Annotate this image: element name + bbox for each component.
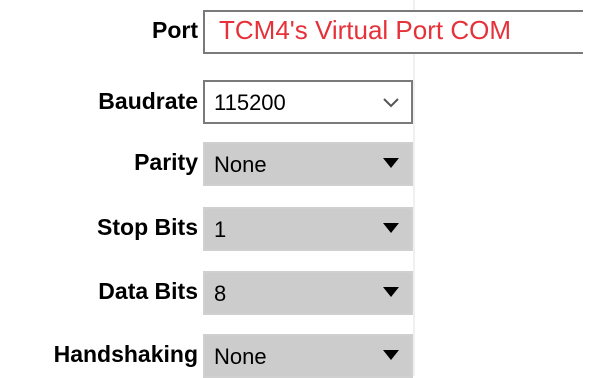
dropdown-triangle-icon[interactable] (383, 350, 399, 360)
parity-value: None (214, 152, 267, 177)
stop-bits-value: 1 (214, 217, 227, 242)
handshaking-label: Handshaking (53, 341, 198, 367)
baudrate-value: 115200 (214, 90, 286, 115)
dropdown-triangle-icon[interactable] (383, 223, 399, 233)
parity-label: Parity (134, 149, 198, 175)
port-label: Port (152, 17, 198, 43)
data-bits-combobox[interactable]: 8 (203, 271, 413, 315)
data-bits-label: Data Bits (98, 278, 198, 304)
stop-bits-combobox[interactable]: 1 (203, 207, 413, 251)
data-bits-value: 8 (214, 281, 227, 306)
stop-bits-label: Stop Bits (97, 214, 198, 240)
port-field[interactable]: TCM4's Virtual Port COM (203, 10, 583, 54)
panel-divider (413, 0, 415, 376)
port-value: TCM4's Virtual Port COM (219, 15, 511, 45)
serial-settings-panel: Port TCM4's Virtual Port COM Baudrate 11… (0, 0, 598, 378)
handshaking-combobox[interactable]: None (203, 334, 413, 378)
handshaking-value: None (214, 344, 267, 369)
parity-combobox[interactable]: None (203, 142, 413, 186)
baudrate-label: Baudrate (98, 88, 198, 114)
dropdown-triangle-icon[interactable] (383, 158, 399, 168)
dropdown-triangle-icon[interactable] (383, 287, 399, 297)
baudrate-combobox[interactable]: 115200 (203, 80, 413, 124)
chevron-down-icon[interactable] (379, 90, 403, 114)
